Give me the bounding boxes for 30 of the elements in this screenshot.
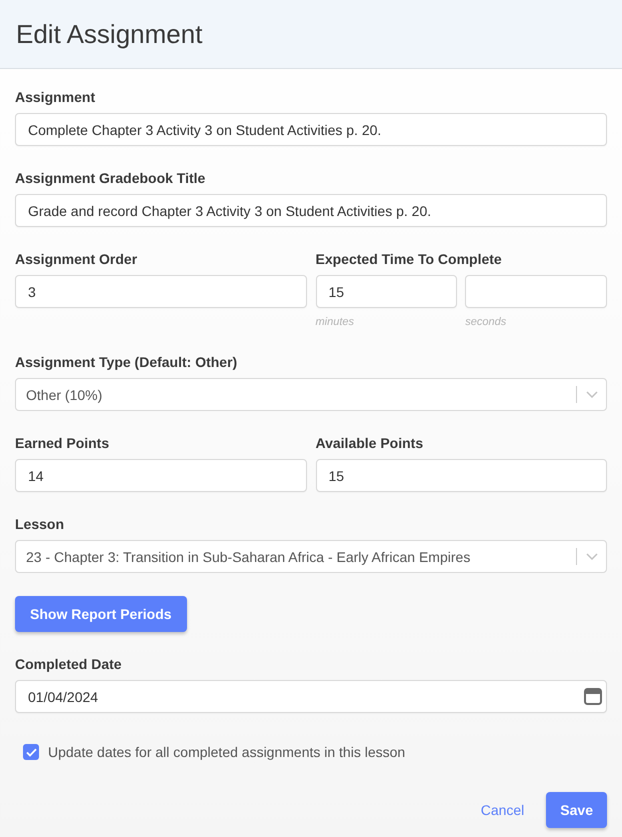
text-field[interactable]: 3 [15, 275, 306, 308]
field-label: Assignment Order [15, 250, 138, 268]
text-field[interactable] [465, 275, 607, 308]
field-label: Assignment Gradebook Title [15, 169, 206, 187]
field-label: Available Points [316, 434, 424, 452]
text-field[interactable]: 15 [316, 459, 607, 492]
field-hint: seconds [465, 315, 506, 330]
field-label: Assignment Type (Default: Other) [15, 353, 238, 371]
field-label: Expected Time To Complete [316, 250, 502, 268]
field-label: Completed Date [15, 655, 122, 673]
text-field[interactable]: 14 [15, 459, 306, 492]
date-field[interactable]: 01/04/2024 [15, 680, 607, 713]
calendar-icon[interactable] [584, 688, 602, 705]
field-label: Assignment [15, 88, 96, 106]
field-label: Earned Points [15, 434, 110, 452]
chevron-down-icon [586, 553, 598, 560]
checkbox-label: Update dates for all completed assignments in this lesson [48, 743, 406, 761]
text-field[interactable]: Grade and record Chapter 3 Activity 3 on Student Activities p. 20. [15, 194, 607, 227]
dropdown[interactable]: Other (10%) [15, 378, 607, 411]
show-report-periods-button[interactable]: Show Report Periods [15, 596, 187, 632]
chevron-down-icon [586, 391, 598, 398]
dialog-title: Edit Assignment [16, 18, 202, 50]
text-field[interactable]: Complete Chapter 3 Activity 3 on Student Activities p. 20. [15, 113, 607, 146]
checkbox[interactable] [23, 744, 39, 760]
field-hint: minutes [316, 315, 354, 330]
field-label: Lesson [15, 515, 64, 533]
text-field[interactable]: 15 [316, 275, 458, 308]
dropdown[interactable]: 23 - Chapter 3: Transition in Sub-Saharan Africa - Early African Empires [15, 540, 607, 573]
save-button[interactable]: Save [546, 792, 607, 828]
checkmark-icon [26, 748, 36, 756]
